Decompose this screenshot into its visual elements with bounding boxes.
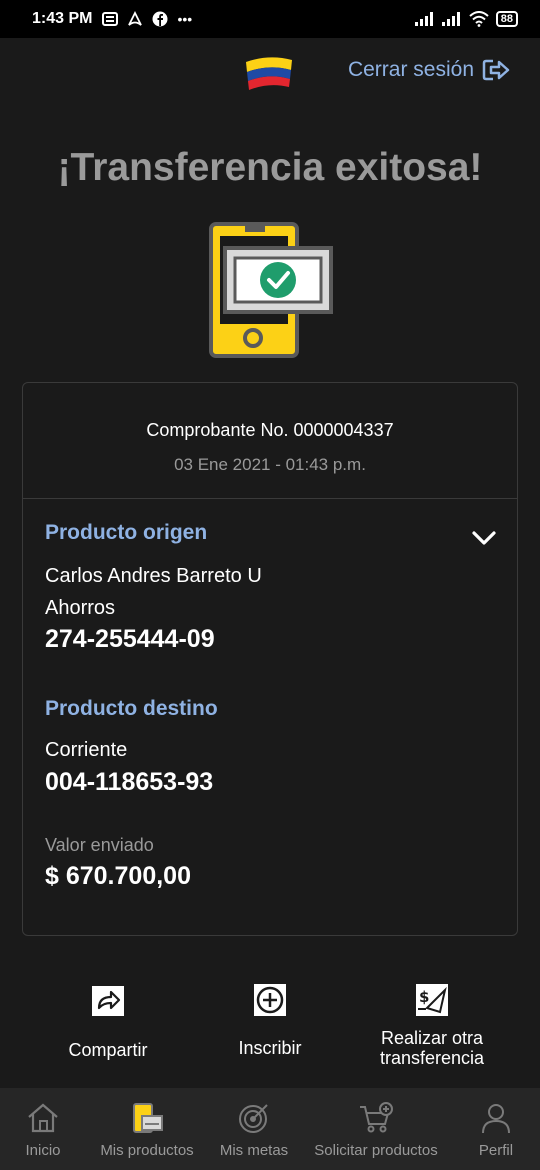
status-time: 1:43 PM [32,10,93,27]
app-header: Cerrar sesión [0,38,540,110]
receipt-header: Comprobante No. 0000004337 03 Ene 2021 -… [23,383,517,499]
battery-icon: 88 [495,11,518,27]
new-transfer-label-1: Realizar otra [380,1028,484,1048]
home-icon [28,1103,58,1133]
svg-text:$: $ [419,988,429,1006]
nav-item-mis-metas[interactable]: Mis metas [208,1088,300,1170]
signal-icon [441,12,460,26]
amount-label: Valor enviado [45,835,154,855]
destination-type: Corriente [45,739,128,761]
nav-label-solicitar-productos: Solicitar productos [314,1142,438,1159]
add-circle-icon [254,984,286,1016]
bank-logo [246,57,292,90]
wifi-icon [469,11,489,27]
nav-item-perfil[interactable]: Perfil [452,1088,540,1170]
share-icon [92,986,124,1016]
origin-holder: Carlos Andres Barreto U [45,565,262,587]
share-button[interactable]: Compartir [28,982,188,1060]
amount-value: $ 670.700,00 [45,862,191,890]
destination-account: 004-118653-93 [45,768,214,796]
signal-icon [414,12,433,26]
airbnb-icon [128,11,143,26]
cart-icon [360,1102,393,1133]
amount-section: Valor enviado $ 670.700,00 [45,835,191,891]
origin-account: 274-255444-09 [45,625,215,653]
new-transfer-button[interactable]: $ Realizar otra transferencia [352,982,512,1068]
destination-title: Producto destino [45,697,218,720]
nav-label-mis-metas: Mis metas [219,1142,289,1159]
target-icon [239,1104,268,1133]
system-icons: 88 [414,11,518,27]
status-bar: 1:43 PM ••• 88 [0,0,540,38]
user-icon [482,1104,510,1134]
origin-type: Ahorros [45,597,116,619]
logout-button[interactable]: Cerrar sesión [348,58,510,82]
chevron-down-icon[interactable] [471,528,497,548]
destination-section: Producto destino Corriente 004-118653-93 [45,697,218,797]
news-icon [102,12,119,26]
origin-title: Producto origen [45,521,208,544]
phone-money-icon [209,222,333,358]
new-transfer-label-2: transferencia [379,1048,485,1068]
logout-icon [482,59,510,81]
nav-item-inicio[interactable]: Inicio [0,1088,86,1170]
register-label: Inscribir [238,1038,302,1058]
notification-icons: ••• [102,11,192,27]
voucher-number: Comprobante No. 0000004337 [146,420,394,440]
facebook-icon [152,11,168,27]
logout-label: Cerrar sesión [347,58,474,81]
origin-section: Producto origen Carlos Andres Barreto U … [45,521,262,654]
more-icon: ••• [177,11,193,27]
products-icon [133,1103,163,1133]
page-title: ¡Transferencia exitosa! [57,146,483,189]
nav-item-solicitar-productos[interactable]: Solicitar productos [300,1088,452,1170]
nav-label-mis-productos: Mis productos [100,1142,194,1159]
share-label: Compartir [68,1040,148,1060]
transaction-datetime: 03 Ene 2021 - 01:43 p.m. [174,455,366,474]
nav-label-perfil: Perfil [478,1142,514,1159]
action-row: Compartir Inscribir $ Realizar otra tran… [0,982,540,1082]
send-money-icon: $ [416,984,448,1016]
receipt-card: Comprobante No. 0000004337 03 Ene 2021 -… [22,382,518,936]
bottom-nav: Inicio Mis productos Mis metas Solicitar… [0,1088,540,1170]
register-button[interactable]: Inscribir [190,982,350,1058]
nav-item-mis-productos[interactable]: Mis productos [86,1088,208,1170]
nav-label-inicio: Inicio [25,1142,61,1159]
